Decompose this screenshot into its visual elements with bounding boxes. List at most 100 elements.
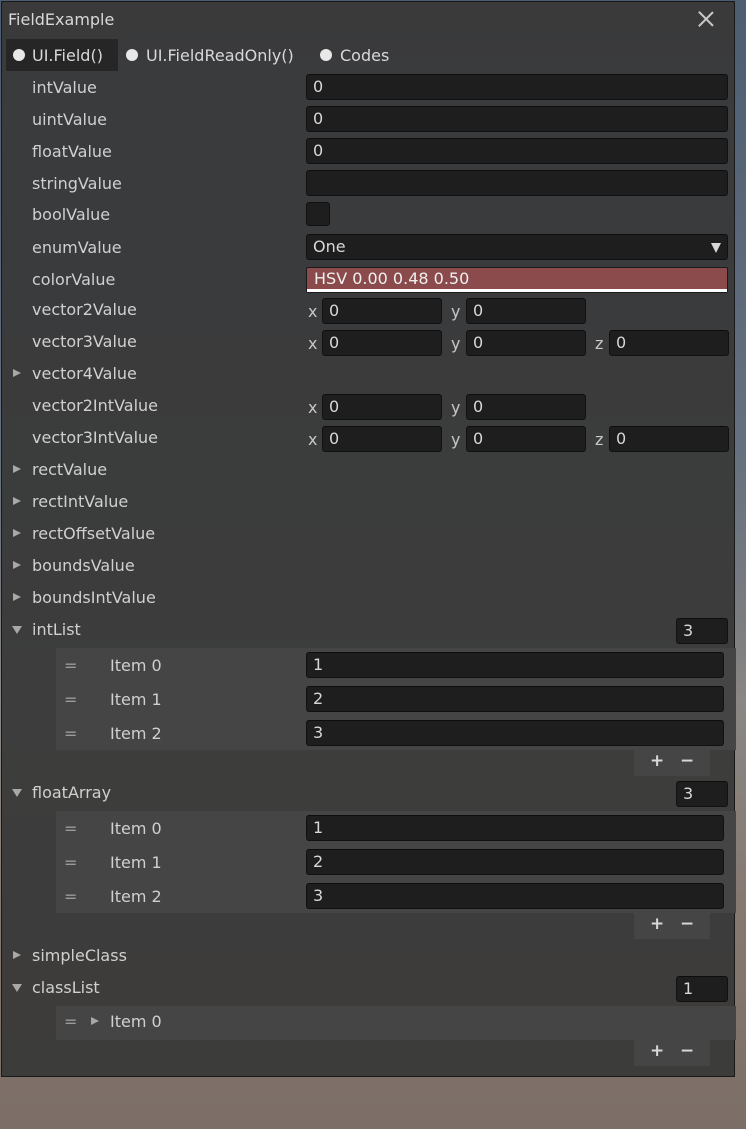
list-item-label: Item 0 xyxy=(110,819,162,838)
uint-value-field[interactable]: 0 xyxy=(306,106,728,132)
tab-label: UI.FieldReadOnly() xyxy=(146,46,294,65)
float-array-item-field[interactable]: 1 xyxy=(306,815,724,841)
list-item-label: Item 1 xyxy=(110,690,162,709)
foldout-arrow-icon[interactable] xyxy=(13,497,21,505)
drag-handle-icon[interactable]: = xyxy=(64,887,77,906)
tab-bar: UI.Field() UI.FieldReadOnly() Codes xyxy=(2,39,734,71)
tab-label: UI.Field() xyxy=(32,46,103,65)
foldout-arrow-icon[interactable] xyxy=(13,465,21,473)
int-value-field[interactable]: 0 xyxy=(306,74,728,100)
drag-handle-icon[interactable]: = xyxy=(64,853,77,872)
remove-item-button[interactable]: − xyxy=(680,751,694,771)
vector3-int-y-field[interactable]: 0 xyxy=(466,426,586,452)
list-item-label: Item 0 xyxy=(110,656,162,675)
int-list-foldout[interactable]: intList xyxy=(32,620,81,639)
dropdown-arrow-icon xyxy=(711,243,721,253)
drag-handle-icon[interactable]: = xyxy=(64,1012,77,1031)
x-axis-label: x xyxy=(308,430,318,449)
vector3-int-x-field[interactable]: 0 xyxy=(322,426,442,452)
float-value-label: floatValue xyxy=(32,142,112,161)
string-value-field[interactable] xyxy=(306,170,728,196)
vector3-z-field[interactable]: 0 xyxy=(609,330,729,356)
vector2-int-x-field[interactable]: 0 xyxy=(322,394,442,420)
uint-value-label: uintValue xyxy=(32,110,107,129)
x-axis-label: x xyxy=(308,302,318,321)
rect-int-value-foldout[interactable]: rectIntValue xyxy=(32,492,128,511)
drag-handle-icon[interactable]: = xyxy=(64,724,77,743)
radio-icon xyxy=(320,49,332,61)
int-list-item-field[interactable]: 2 xyxy=(306,686,724,712)
vector2-x-field[interactable]: 0 xyxy=(322,298,442,324)
foldout-arrow-icon[interactable] xyxy=(13,369,21,377)
list-item-label: Item 2 xyxy=(110,724,162,743)
float-array-footer: + − xyxy=(634,913,710,939)
foldout-arrow-icon[interactable] xyxy=(13,951,21,959)
vector2-int-value-label: vector2IntValue xyxy=(32,396,158,415)
foldout-arrow-icon[interactable] xyxy=(12,789,22,797)
vector3-int-value-label: vector3IntValue xyxy=(32,428,158,447)
int-list-item-field[interactable]: 1 xyxy=(306,652,724,678)
enum-value-dropdown[interactable]: One xyxy=(306,234,728,260)
tab-codes[interactable]: Codes xyxy=(312,39,402,71)
int-list-footer: + − xyxy=(634,750,710,776)
vector2-y-field[interactable]: 0 xyxy=(466,298,586,324)
float-value-field[interactable]: 0 xyxy=(306,138,728,164)
y-axis-label: y xyxy=(451,398,461,417)
alpha-bar xyxy=(307,289,727,292)
color-value-label: colorValue xyxy=(32,270,116,289)
foldout-arrow-icon[interactable] xyxy=(91,1017,99,1025)
add-item-button[interactable]: + xyxy=(650,914,664,934)
vector3-y-field[interactable]: 0 xyxy=(466,330,586,356)
foldout-arrow-icon[interactable] xyxy=(13,529,21,537)
class-list-foldout[interactable]: classList xyxy=(32,978,100,997)
z-axis-label: z xyxy=(595,430,604,449)
vector3-value-label: vector3Value xyxy=(32,332,137,351)
bounds-int-value-foldout[interactable]: boundsIntValue xyxy=(32,588,156,607)
foldout-arrow-icon[interactable] xyxy=(13,561,21,569)
color-value-text: HSV 0.00 0.48 0.50 xyxy=(314,269,470,288)
remove-item-button[interactable]: − xyxy=(680,1041,694,1061)
add-item-button[interactable]: + xyxy=(650,1041,664,1061)
foldout-arrow-icon[interactable] xyxy=(12,626,22,634)
float-array-size-field[interactable]: 3 xyxy=(676,781,728,807)
vector2-value-label: vector2Value xyxy=(32,300,137,319)
close-icon[interactable] xyxy=(696,9,716,29)
foldout-arrow-icon[interactable] xyxy=(13,593,21,601)
z-axis-label: z xyxy=(595,334,604,353)
bounds-value-foldout[interactable]: boundsValue xyxy=(32,556,135,575)
class-list-footer: + − xyxy=(634,1040,710,1066)
x-axis-label: x xyxy=(308,398,318,417)
class-list-size-field[interactable]: 1 xyxy=(676,976,728,1002)
list-item-label: Item 2 xyxy=(110,887,162,906)
tab-ui-field-read-only[interactable]: UI.FieldReadOnly() xyxy=(118,39,308,71)
field-example-window: FieldExample UI.Field() UI.FieldReadOnly… xyxy=(1,1,736,1077)
int-list-item-field[interactable]: 3 xyxy=(306,720,724,746)
float-array-foldout[interactable]: floatArray xyxy=(32,783,111,802)
bool-value-label: boolValue xyxy=(32,205,111,224)
tab-ui-field[interactable]: UI.Field() xyxy=(6,39,118,71)
title-bar: FieldExample xyxy=(2,2,734,36)
rect-value-foldout[interactable]: rectValue xyxy=(32,460,107,479)
window-title: FieldExample xyxy=(8,10,115,29)
tab-label: Codes xyxy=(340,46,390,65)
class-list-item-foldout[interactable]: Item 0 xyxy=(110,1012,162,1031)
drag-handle-icon[interactable]: = xyxy=(64,656,77,675)
rect-offset-value-foldout[interactable]: rectOffsetValue xyxy=(32,524,155,543)
float-array-item-field[interactable]: 2 xyxy=(306,849,724,875)
drag-handle-icon[interactable]: = xyxy=(64,819,77,838)
float-array-item-field[interactable]: 3 xyxy=(306,883,724,909)
remove-item-button[interactable]: − xyxy=(680,914,694,934)
vector3-x-field[interactable]: 0 xyxy=(322,330,442,356)
y-axis-label: y xyxy=(451,302,461,321)
vector4-value-foldout[interactable]: vector4Value xyxy=(32,364,137,383)
drag-handle-icon[interactable]: = xyxy=(64,690,77,709)
simple-class-foldout[interactable]: simpleClass xyxy=(32,946,127,965)
vector2-int-y-field[interactable]: 0 xyxy=(466,394,586,420)
enum-value-label: enumValue xyxy=(32,238,122,257)
int-list-size-field[interactable]: 3 xyxy=(676,618,728,644)
vector3-int-z-field[interactable]: 0 xyxy=(609,426,729,452)
add-item-button[interactable]: + xyxy=(650,751,664,771)
color-value-field[interactable]: HSV 0.00 0.48 0.50 xyxy=(306,267,728,293)
foldout-arrow-icon[interactable] xyxy=(12,984,22,992)
bool-value-toggle[interactable] xyxy=(306,202,330,226)
